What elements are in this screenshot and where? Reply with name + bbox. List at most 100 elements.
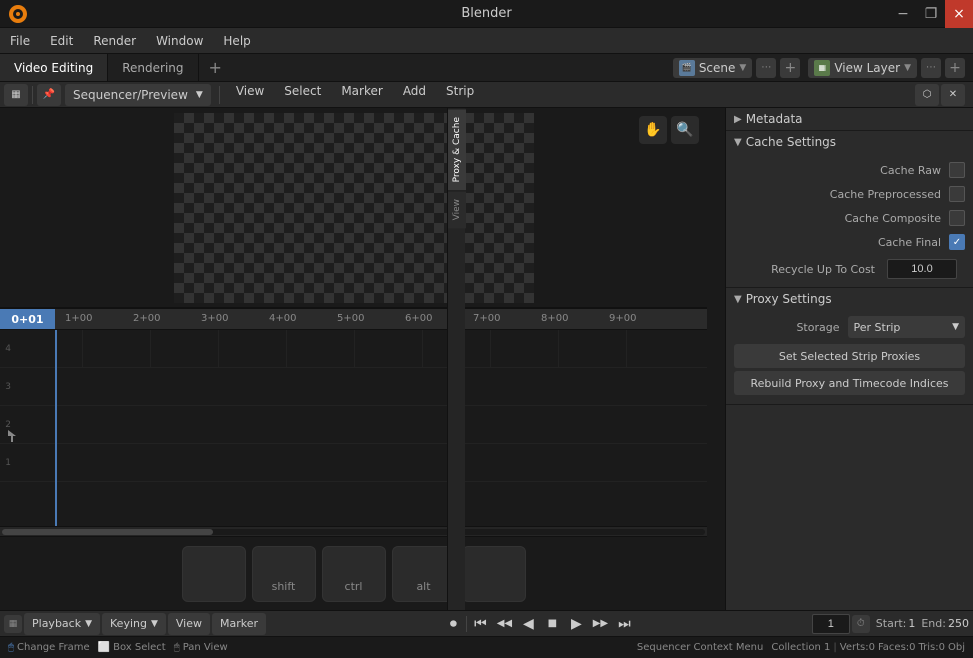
statusbar: 🖱 Change Frame ⬜ Box Select 🖱 Pan View S… — [0, 636, 973, 658]
start-label: Start: — [876, 617, 907, 630]
next-frame-button[interactable]: ▶▶ — [589, 613, 611, 635]
storage-row: Storage Per Strip ▼ — [734, 316, 965, 338]
timeline-ruler: 0+01 1+00 2+00 3+00 4+00 5+00 6+00 7+00 … — [0, 308, 707, 330]
viewlayer-options-button[interactable]: ⋯ — [921, 58, 941, 78]
editor-type-button[interactable]: ▦ — [4, 84, 28, 106]
main-content: ✋ 🔍 0+01 1+00 2+00 3+00 4+00 5+00 6+00 7… — [0, 108, 973, 610]
current-frame-input[interactable] — [812, 614, 850, 634]
status-pan-view: 🖱 Pan View — [174, 642, 228, 653]
rebuild-proxy-button[interactable]: Rebuild Proxy and Timecode Indices — [734, 371, 965, 395]
recycle-row: Recycle Up To Cost — [734, 257, 965, 281]
proxy-settings-header[interactable]: ▼ Proxy Settings — [726, 288, 973, 310]
cache-raw-row: Cache Raw — [734, 159, 965, 181]
play-reverse-button[interactable]: ◀ — [517, 613, 539, 635]
record-button[interactable]: ⏺ — [442, 613, 464, 635]
viewlayer-add-button[interactable]: + — [945, 58, 965, 78]
cache-final-row: Cache Final — [734, 231, 965, 253]
set-proxies-button[interactable]: Set Selected Strip Proxies — [734, 344, 965, 368]
minimize-button[interactable]: − — [889, 0, 917, 28]
end-label: End: — [921, 617, 946, 630]
viewlayer-selector[interactable]: ▦ View Layer ▼ — [808, 58, 917, 78]
scene-options-button[interactable]: ⋯ — [756, 58, 776, 78]
scene-selector[interactable]: 🎬 Scene ▼ — [673, 58, 753, 78]
scene-add-button[interactable]: + — [780, 58, 800, 78]
titlebar: Blender − ❐ × — [0, 0, 973, 28]
editor-area: ▦ 📌 Sequencer/Preview ▼ View Select Mark… — [0, 82, 973, 610]
workspace-right: 🎬 Scene ▼ ⋯ + ▦ View Layer ▼ ⋯ + — [673, 58, 973, 78]
frame-counter[interactable]: 0+01 — [0, 309, 55, 329]
bottom-bar: ▦ Playback ▼ Keying ▼ View Marker ⏺ ⏮ ◀◀… — [0, 610, 973, 636]
marker-dropdown[interactable]: Marker — [212, 613, 266, 635]
menu-help[interactable]: Help — [213, 28, 260, 53]
track-4-content[interactable] — [14, 330, 707, 367]
view-dropdown[interactable]: View — [168, 613, 210, 635]
editor-mode-dropdown[interactable]: Sequencer/Preview ▼ — [65, 84, 211, 106]
cache-preprocessed-row: Cache Preprocessed — [734, 183, 965, 205]
tick-4: 4+00 — [269, 313, 296, 324]
keying-dropdown[interactable]: Keying ▼ — [102, 613, 166, 635]
menu-view[interactable]: View — [228, 84, 272, 106]
metadata-header[interactable]: ▶ Metadata — [726, 108, 973, 130]
menu-edit[interactable]: Edit — [40, 28, 83, 53]
preview-area: ✋ 🔍 — [0, 108, 707, 308]
tick-1: 1+00 — [65, 313, 92, 324]
timer-icon[interactable]: ⏱ — [852, 615, 870, 633]
viewlayer-icon: ▦ — [814, 60, 830, 76]
tick-9: 9+00 — [609, 313, 636, 324]
menu-render[interactable]: Render — [83, 28, 146, 53]
workspace-tab-rendering[interactable]: Rendering — [108, 54, 198, 81]
add-workspace-button[interactable]: + — [199, 54, 232, 81]
timeline-tracks[interactable]: 4 3 — [0, 330, 707, 526]
workspace-tabs-bar: Video Editing Rendering + 🎬 Scene ▼ ⋯ + … — [0, 54, 973, 82]
scrollbar-track — [2, 529, 705, 535]
metadata-section: ▶ Metadata — [726, 108, 973, 131]
side-tab-view[interactable]: View — [448, 190, 466, 228]
overlay-icon[interactable]: ⬡ — [915, 84, 939, 106]
pin-button[interactable]: 📌 — [37, 84, 61, 106]
menu-strip[interactable]: Strip — [438, 84, 482, 106]
status-collection: Collection 1 | Verts:0 Faces:0 Tris:0 Ob… — [771, 642, 965, 653]
scrollbar-thumb[interactable] — [2, 529, 213, 535]
editor-type-small-button[interactable]: ▦ — [4, 615, 22, 633]
menu-window[interactable]: Window — [146, 28, 213, 53]
cache-raw-checkbox[interactable] — [949, 162, 965, 178]
storage-dropdown[interactable]: Per Strip ▼ — [848, 316, 966, 338]
cache-settings-section: ▼ Cache Settings Cache Raw Cache Preproc… — [726, 131, 973, 288]
gizmo-icon[interactable]: ✕ — [941, 84, 965, 106]
key-shift: shift — [252, 546, 316, 602]
cache-settings-content: Cache Raw Cache Preprocessed Cache Compo… — [726, 153, 973, 287]
prev-frame-button[interactable]: ◀◀ — [493, 613, 515, 635]
menu-file[interactable]: File — [0, 28, 40, 53]
workspace-tab-video-editing[interactable]: Video Editing — [0, 54, 108, 81]
last-frame-button[interactable]: ⏭ — [613, 613, 635, 635]
cache-composite-checkbox[interactable] — [949, 210, 965, 226]
horizontal-scrollbar[interactable] — [0, 526, 707, 536]
menu-marker[interactable]: Marker — [333, 84, 390, 106]
tick-7: 7+00 — [473, 313, 500, 324]
cache-preprocessed-checkbox[interactable] — [949, 186, 965, 202]
stop-button[interactable]: ■ — [541, 613, 563, 635]
zoom-tool-button[interactable]: 🔍 — [671, 116, 699, 144]
side-tabs: Proxy & Cache View — [447, 108, 465, 610]
playback-controls: ⏺ ⏮ ◀◀ ◀ ■ ▶ ▶▶ ⏭ — [442, 613, 635, 635]
track-1-content[interactable] — [14, 444, 707, 481]
window-title: Blender — [461, 6, 511, 21]
playback-dropdown[interactable]: Playback ▼ — [24, 613, 100, 635]
scene-icon: 🎬 — [679, 60, 695, 76]
hand-tool-button[interactable]: ✋ — [639, 116, 667, 144]
menu-select[interactable]: Select — [276, 84, 329, 106]
track-2-content[interactable] — [14, 406, 707, 443]
menu-add[interactable]: Add — [395, 84, 434, 106]
first-frame-button[interactable]: ⏮ — [469, 613, 491, 635]
recycle-cost-input[interactable] — [887, 259, 957, 279]
cache-final-checkbox[interactable] — [949, 234, 965, 250]
close-button[interactable]: × — [945, 0, 973, 28]
ruler-ticks: 1+00 2+00 3+00 4+00 5+00 6+00 7+00 8+00 … — [55, 309, 707, 329]
side-tab-proxy-cache[interactable]: Proxy & Cache — [448, 108, 466, 190]
tick-3: 3+00 — [201, 313, 228, 324]
menubar: File Edit Render Window Help — [0, 28, 973, 54]
restore-button[interactable]: ❐ — [917, 0, 945, 28]
cache-settings-header[interactable]: ▼ Cache Settings — [726, 131, 973, 153]
track-3-content[interactable] — [14, 368, 707, 405]
play-button[interactable]: ▶ — [565, 613, 587, 635]
